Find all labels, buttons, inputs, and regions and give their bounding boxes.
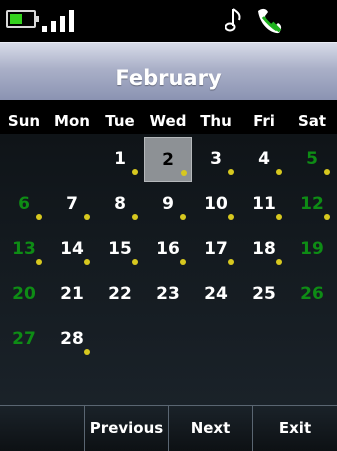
event-indicator-dot [276,259,282,265]
event-indicator-dot [228,169,234,175]
calendar-day[interactable]: 28 [48,317,96,362]
calendar-day[interactable]: 15 [96,227,144,272]
title-bar: February [0,42,337,100]
calendar-day[interactable]: 24 [192,272,240,317]
weekday-label: Tue [105,112,135,130]
event-indicator-dot [84,259,90,265]
calendar-day[interactable]: 20 [0,272,48,317]
calendar-day[interactable]: 13 [0,227,48,272]
calendar-day[interactable]: 16 [144,227,192,272]
calendar-day[interactable]: 27 [0,317,48,362]
weekday-label: Fri [253,112,275,130]
event-indicator-dot [132,169,138,175]
calendar-day[interactable]: 3 [192,137,240,182]
calendar-day[interactable]: 9 [144,182,192,227]
handset-icon [258,8,282,34]
event-indicator-dot [36,259,42,265]
softkey-left[interactable] [0,406,85,451]
event-indicator-dot [228,259,234,265]
signal-strength-icon [42,8,82,32]
event-indicator-dot [324,214,330,220]
event-indicator-dot [84,349,90,355]
calendar-day[interactable]: 8 [96,182,144,227]
weekday-label: Mon [54,112,90,130]
weekday-label: Wed [149,112,187,130]
event-indicator-dot [180,214,186,220]
music-note-icon [225,8,241,32]
event-indicator-dot [276,214,282,220]
weekday-label: Thu [200,112,232,130]
event-indicator-dot [181,170,187,176]
exit-button[interactable]: Exit [253,406,337,451]
calendar-day[interactable]: 4 [240,137,288,182]
calendar-day[interactable]: 25 [240,272,288,317]
calendar-day[interactable]: 11 [240,182,288,227]
weekday-header: Sun Mon Tue Wed Thu Fri Sat [0,108,337,134]
next-button[interactable]: Next [169,406,253,451]
calendar-day[interactable]: 6 [0,182,48,227]
calendar-day[interactable]: 19 [288,227,336,272]
calendar-day[interactable]: 18 [240,227,288,272]
battery-icon [6,10,39,28]
event-indicator-dot [324,169,330,175]
event-indicator-dot [84,214,90,220]
month-title: February [115,66,222,90]
weekday-label: Sat [297,112,327,130]
calendar-day[interactable]: 10 [192,182,240,227]
calendar-day[interactable]: 5 [288,137,336,182]
calendar-day-selected[interactable]: 2 [144,137,192,182]
event-indicator-dot [36,214,42,220]
event-indicator-dot [132,259,138,265]
calendar-day[interactable]: 17 [192,227,240,272]
calendar-day[interactable]: 26 [288,272,336,317]
event-indicator-dot [132,214,138,220]
calendar-day[interactable]: 23 [144,272,192,317]
calendar-day[interactable]: 7 [48,182,96,227]
calendar-day[interactable]: 1 [96,137,144,182]
event-indicator-dot [276,169,282,175]
calendar-day[interactable]: 21 [48,272,96,317]
calendar-day[interactable]: 22 [96,272,144,317]
softkey-bar: Previous Next Exit [0,405,337,451]
calendar-grid: 1 2 3 4 5 6 7 8 9 10 11 12 13 14 15 16 17 18 19 20 21 22 23 24 2… [0,134,337,405]
status-bar [0,0,337,42]
calendar-day[interactable]: 14 [48,227,96,272]
weekday-label: Sun [7,112,41,130]
calendar-day[interactable]: 12 [288,182,336,227]
previous-button[interactable]: Previous [85,406,169,451]
event-indicator-dot [228,214,234,220]
event-indicator-dot [180,259,186,265]
